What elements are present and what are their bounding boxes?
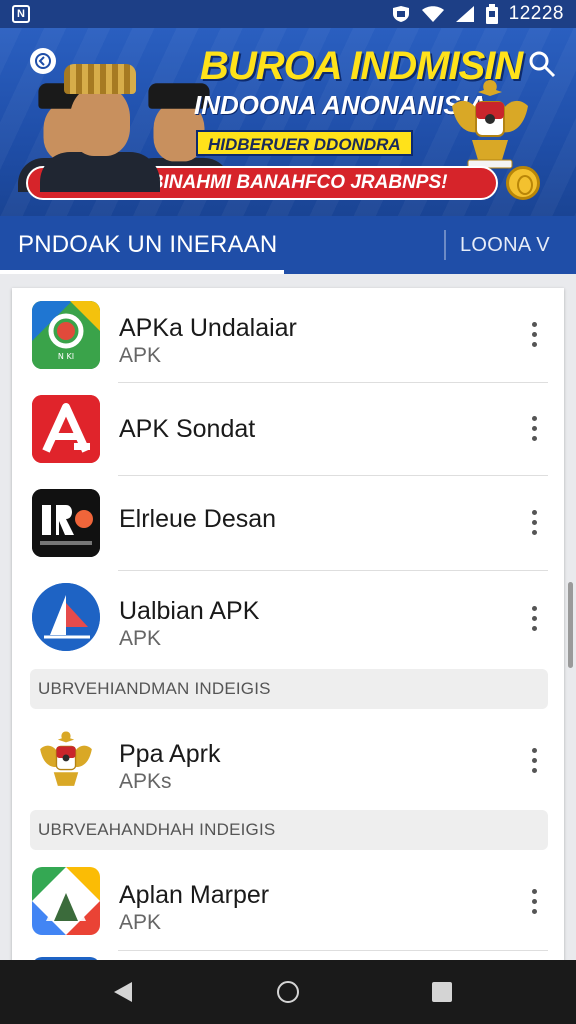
- status-bar: N 12228: [0, 0, 576, 28]
- scrollbar[interactable]: [568, 582, 573, 668]
- app-title: APK Sondat: [119, 415, 256, 443]
- app-subtitle: APKs: [119, 770, 172, 793]
- list-item[interactable]: N KI APKa Undalaiar APK: [12, 288, 564, 382]
- app-title: APKa Undalaiar: [119, 314, 297, 342]
- app-title: Aplan Marper: [119, 881, 270, 909]
- shield-icon: [392, 6, 409, 22]
- maps-style-app-icon: N KI: [32, 301, 100, 369]
- hero-banner[interactable]: BUROA INDMISIN INDOONA ANONANISIA HIDBER…: [0, 28, 576, 216]
- notification-icon: N: [12, 5, 30, 23]
- tab-divider: [444, 230, 446, 260]
- more-vert-icon[interactable]: [528, 416, 540, 442]
- coin-icon: [506, 166, 540, 200]
- garuda-emblem-icon: [32, 726, 100, 794]
- garuda-emblem-icon: [452, 80, 528, 169]
- navigation-bar: [0, 960, 576, 1024]
- back-circle-icon[interactable]: [30, 48, 56, 74]
- tab-secondary[interactable]: LOONA V: [460, 216, 550, 274]
- blue-sail-app-icon: [32, 583, 100, 651]
- list-item[interactable]: Ppa Aprk APKs: [12, 712, 564, 808]
- more-vert-icon[interactable]: [528, 322, 540, 348]
- list-item[interactable]: Elrleue Desan: [12, 476, 564, 570]
- clock-time: 12228: [508, 3, 564, 24]
- app-subtitle: APK: [119, 344, 162, 367]
- section-header: UBRVEHIANDMAN INDEIGIS: [30, 669, 548, 709]
- tab-active-label: PNDOAK UN INERAAN: [18, 231, 278, 258]
- black-rk-app-icon: [32, 489, 100, 557]
- person-illustration: [40, 64, 160, 192]
- app-subtitle: APK: [119, 627, 162, 650]
- recent-apps-icon[interactable]: [432, 982, 452, 1002]
- red-a-app-icon: [32, 395, 100, 463]
- list-item[interactable]: Aplan Marper APK: [12, 853, 564, 949]
- back-icon[interactable]: [114, 982, 132, 1002]
- banner-tagline: HIDBERUER DDONDRA: [196, 130, 413, 156]
- app-title: Ualbian APK: [119, 597, 260, 625]
- app-list-card: N KI APKa Undalaiar APK APK Sondat Elrle…: [12, 288, 564, 968]
- list-item[interactable]: Ualbian APK APK: [12, 571, 564, 667]
- home-icon[interactable]: [277, 981, 299, 1003]
- more-vert-icon[interactable]: [528, 606, 540, 632]
- signal-icon: [455, 6, 474, 22]
- wifi-icon: [421, 6, 444, 22]
- battery-icon: [485, 4, 498, 24]
- more-vert-icon[interactable]: [528, 889, 540, 915]
- app-title: Elrleue Desan: [119, 505, 277, 533]
- more-vert-icon[interactable]: [528, 748, 540, 774]
- app-subtitle: APK: [119, 911, 162, 934]
- status-icons: 12228: [391, 3, 564, 25]
- colorful-map-app-icon: [32, 867, 100, 935]
- more-vert-icon[interactable]: [528, 510, 540, 536]
- app-title: Ppa Aprk: [119, 740, 221, 768]
- svg-text:N KI: N KI: [58, 352, 74, 361]
- banner-subtitle: INDOONA ANONANISIA: [194, 90, 487, 120]
- tab-bar: PNDOAK UN INERAAN LOONA V: [0, 216, 576, 274]
- search-icon[interactable]: [528, 50, 556, 78]
- tab-indicator: [0, 270, 284, 274]
- section-header: UBRVEAHANDHAH INDEIGIS: [30, 810, 548, 850]
- list-item[interactable]: APK Sondat: [12, 383, 564, 475]
- tab-secondary-label: LOONA V: [460, 234, 550, 256]
- tab-active[interactable]: PNDOAK UN INERAAN: [0, 216, 284, 274]
